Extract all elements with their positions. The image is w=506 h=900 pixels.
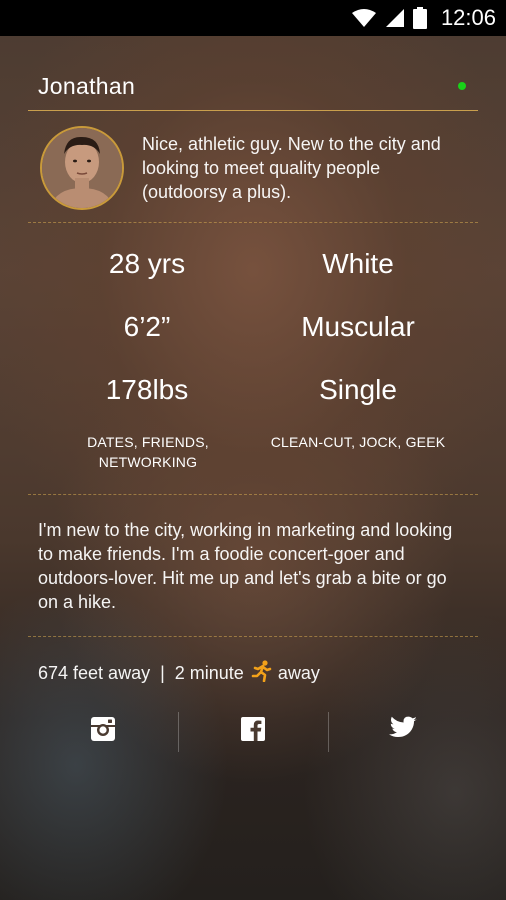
divider [28, 636, 478, 637]
instagram-button[interactable] [28, 708, 178, 754]
profile-bio: I'm new to the city, working in marketin… [38, 520, 453, 612]
stat-relationship: Single [319, 374, 397, 405]
distance-time-suffix: away [277, 663, 320, 683]
divider [28, 222, 478, 223]
stat-weight: 178lbs [105, 374, 189, 405]
facebook-icon [240, 716, 266, 747]
runner-icon [250, 660, 272, 687]
distance-info: 674 feet away | 2 minute away [38, 660, 320, 687]
twitter-button[interactable] [328, 708, 478, 754]
facebook-button[interactable] [178, 708, 328, 754]
stat-height: 6’2” [123, 311, 171, 342]
divider [28, 494, 478, 495]
signal-icon [385, 8, 405, 28]
looking-for-tags: DATES, FRIENDS, NETWORKING [87, 434, 209, 470]
stat-ethnicity: White [322, 248, 394, 279]
distance-time: 2 minute [174, 663, 244, 683]
distance-feet: 674 feet away [38, 663, 151, 683]
profile-header: Jonathan [28, 70, 478, 111]
tribes-tags: CLEAN-CUT, JOCK, GEEK [270, 434, 446, 450]
avatar[interactable] [40, 126, 124, 210]
status-bar: 12:06 [0, 0, 506, 36]
profile-name: Jonathan [38, 73, 136, 99]
online-indicator [458, 82, 466, 90]
distance-separator: | [160, 663, 165, 683]
stat-body-type: Muscular [301, 311, 415, 342]
twitter-icon [388, 716, 418, 747]
avatar-photo [42, 128, 122, 208]
profile-blurb: Nice, athletic guy. New to the city and … [142, 134, 441, 202]
battery-icon [412, 7, 427, 29]
stat-age: 28 yrs [108, 248, 186, 279]
wifi-icon [351, 8, 377, 28]
clock: 12:06 [440, 5, 496, 30]
instagram-icon [90, 716, 116, 747]
social-links [28, 708, 478, 754]
